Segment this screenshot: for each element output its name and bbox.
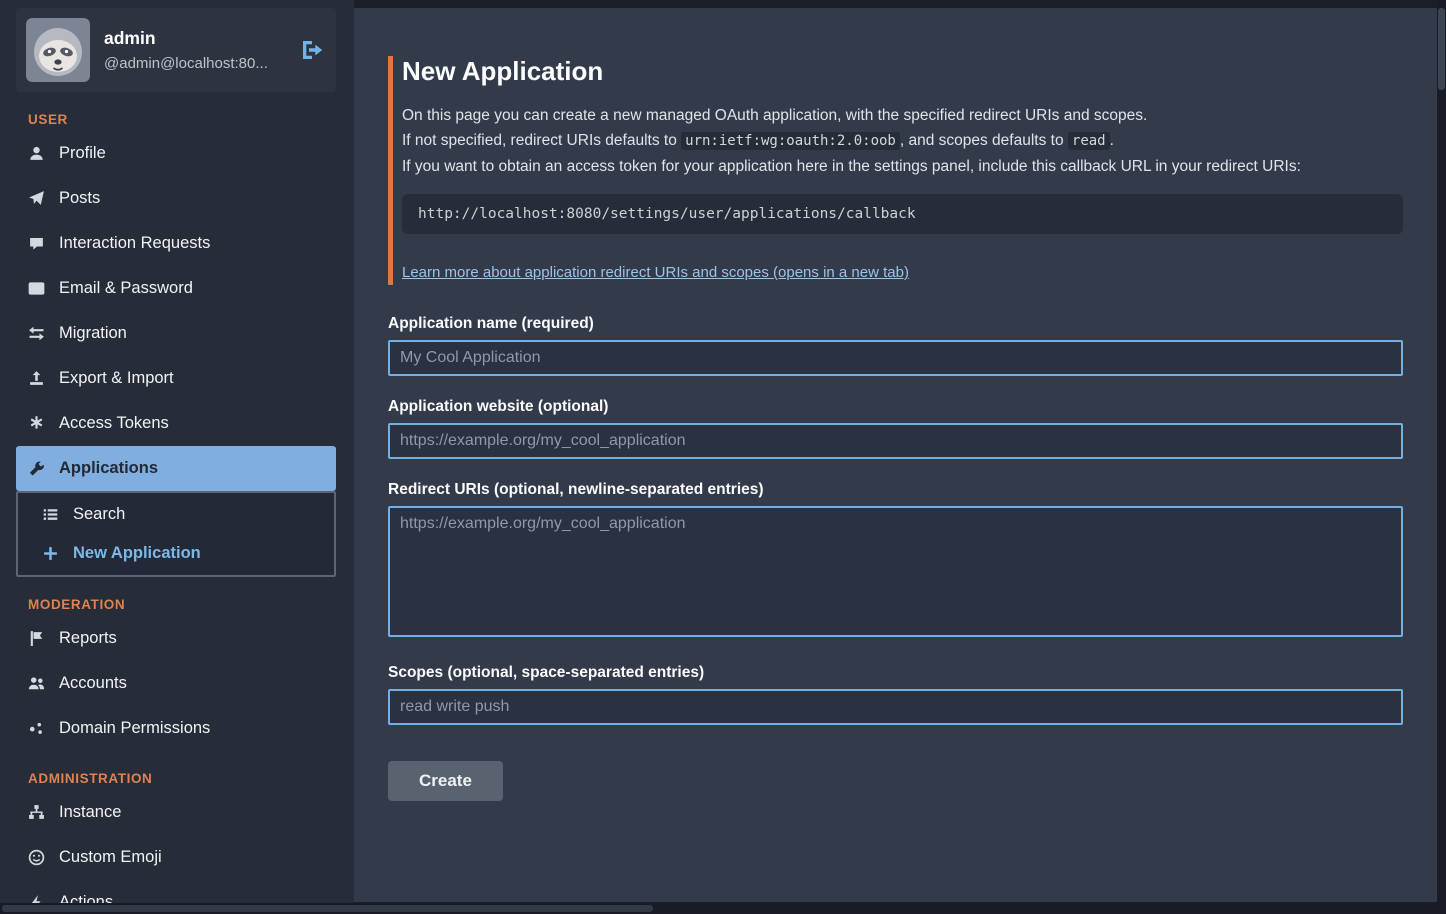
sidebar-item-label: Applications	[59, 459, 158, 478]
vertical-scrollbar-thumb[interactable]	[1438, 8, 1445, 90]
comment-icon	[28, 235, 45, 252]
intro-line-2-pre: If not specified, redirect URIs defaults…	[402, 132, 681, 149]
application-name-label: Application name (required)	[388, 315, 1403, 333]
learn-more-link[interactable]: Learn more about application redirect UR…	[402, 264, 909, 281]
sidebar-item-label: Custom Emoji	[59, 848, 162, 867]
redirect-uris-textarea[interactable]	[388, 506, 1403, 637]
sidebar-item-label: Instance	[59, 803, 121, 822]
intro-line-3: If you want to obtain an access token fo…	[402, 158, 1301, 175]
sidebar-item-access-tokens[interactable]: Access Tokens	[16, 401, 336, 446]
scopes-label: Scopes (optional, space-separated entrie…	[388, 664, 1403, 682]
user-card: admin @admin@localhost:80...	[16, 8, 336, 92]
sidebar-item-new-application[interactable]: New Application	[18, 534, 334, 573]
sidebar-item-label: Accounts	[59, 674, 127, 693]
sidebar-item-label: Posts	[59, 189, 100, 208]
sidebar-item-interaction-requests[interactable]: Interaction Requests	[16, 221, 336, 266]
redirect-uris-field: Redirect URIs (optional, newline-separat…	[388, 481, 1403, 642]
sidebar-item-label: Profile	[59, 144, 106, 163]
sidebar-item-domain-permissions[interactable]: Domain Permissions	[16, 706, 336, 751]
avatar	[26, 18, 90, 82]
list-icon	[42, 506, 59, 523]
read-code: read	[1068, 132, 1110, 150]
application-website-field: Application website (optional)	[388, 398, 1403, 459]
sidebar-item-custom-emoji[interactable]: Custom Emoji	[16, 835, 336, 880]
sidebar: admin @admin@localhost:80... USER Profil…	[0, 0, 354, 914]
scopes-field: Scopes (optional, space-separated entrie…	[388, 664, 1403, 725]
horizontal-scrollbar[interactable]	[0, 903, 1446, 914]
logout-icon[interactable]	[300, 38, 324, 62]
sidebar-item-label: Reports	[59, 629, 117, 648]
user-name: admin	[104, 28, 286, 49]
sidebar-item-accounts[interactable]: Accounts	[16, 661, 336, 706]
intro-line-2-mid: , and scopes defaults to	[900, 132, 1068, 149]
plus-icon	[42, 545, 59, 562]
sloth-avatar-image	[26, 18, 90, 82]
page-title: New Application	[402, 56, 1403, 87]
horizontal-scrollbar-thumb[interactable]	[2, 905, 653, 912]
envelope-icon	[28, 280, 45, 297]
export-icon	[28, 370, 45, 387]
sidebar-section-user: USER	[16, 112, 336, 127]
redirect-uris-label: Redirect URIs (optional, newline-separat…	[388, 481, 1403, 499]
oob-code: urn:ietf:wg:oauth:2.0:oob	[681, 132, 900, 150]
main-panel: New Application On this page you can cre…	[354, 8, 1437, 902]
intro-line-2-post: .	[1110, 132, 1114, 149]
sidebar-item-email-password[interactable]: Email & Password	[16, 266, 336, 311]
sidebar-item-applications[interactable]: Applications	[16, 446, 336, 491]
application-website-input[interactable]	[388, 423, 1403, 459]
transfer-arrows-icon	[28, 325, 45, 342]
intro-text: On this page you can create a new manage…	[402, 103, 1403, 179]
applications-submenu: Search New Application	[16, 491, 336, 577]
intro-line-1: On this page you can create a new manage…	[402, 107, 1147, 124]
smile-icon	[28, 849, 45, 866]
sidebar-item-label: Domain Permissions	[59, 719, 210, 738]
sidebar-item-label: Migration	[59, 324, 127, 343]
application-name-field: Application name (required)	[388, 315, 1403, 376]
create-button[interactable]: Create	[388, 761, 503, 801]
sidebar-item-label: Email & Password	[59, 279, 193, 298]
sidebar-section-moderation: MODERATION	[16, 597, 336, 612]
sidebar-item-applications-search[interactable]: Search	[18, 495, 334, 534]
sidebar-item-label: Search	[73, 505, 125, 524]
certificate-icon	[28, 415, 45, 432]
user-handle: @admin@localhost:80...	[104, 55, 286, 72]
sidebar-item-label: Access Tokens	[59, 414, 169, 433]
paper-plane-icon	[28, 190, 45, 207]
new-application-form: Application name (required) Application …	[388, 315, 1403, 801]
sidebar-item-label: Export & Import	[59, 369, 174, 388]
wrench-icon	[28, 460, 45, 477]
sidebar-item-posts[interactable]: Posts	[16, 176, 336, 221]
sidebar-item-export-import[interactable]: Export & Import	[16, 356, 336, 401]
scatter-dots-icon	[28, 720, 45, 737]
callback-url-code: http://localhost:8080/settings/user/appl…	[402, 194, 1403, 234]
application-name-input[interactable]	[388, 340, 1403, 376]
sidebar-item-reports[interactable]: Reports	[16, 616, 336, 661]
scopes-input[interactable]	[388, 689, 1403, 725]
sidebar-item-migration[interactable]: Migration	[16, 311, 336, 356]
sidebar-item-instance[interactable]: Instance	[16, 790, 336, 835]
sidebar-item-profile[interactable]: Profile	[16, 131, 336, 176]
intro-blockquote: New Application On this page you can cre…	[388, 56, 1403, 285]
application-website-label: Application website (optional)	[388, 398, 1403, 416]
vertical-scrollbar[interactable]	[1437, 0, 1446, 914]
user-meta: admin @admin@localhost:80...	[104, 28, 286, 72]
users-icon	[28, 675, 45, 692]
sidebar-section-administration: ADMINISTRATION	[16, 771, 336, 786]
sidebar-item-label: Interaction Requests	[59, 234, 210, 253]
sidebar-item-label: New Application	[73, 544, 201, 563]
user-icon	[28, 145, 45, 162]
sitemap-icon	[28, 804, 45, 821]
flag-icon	[28, 630, 45, 647]
